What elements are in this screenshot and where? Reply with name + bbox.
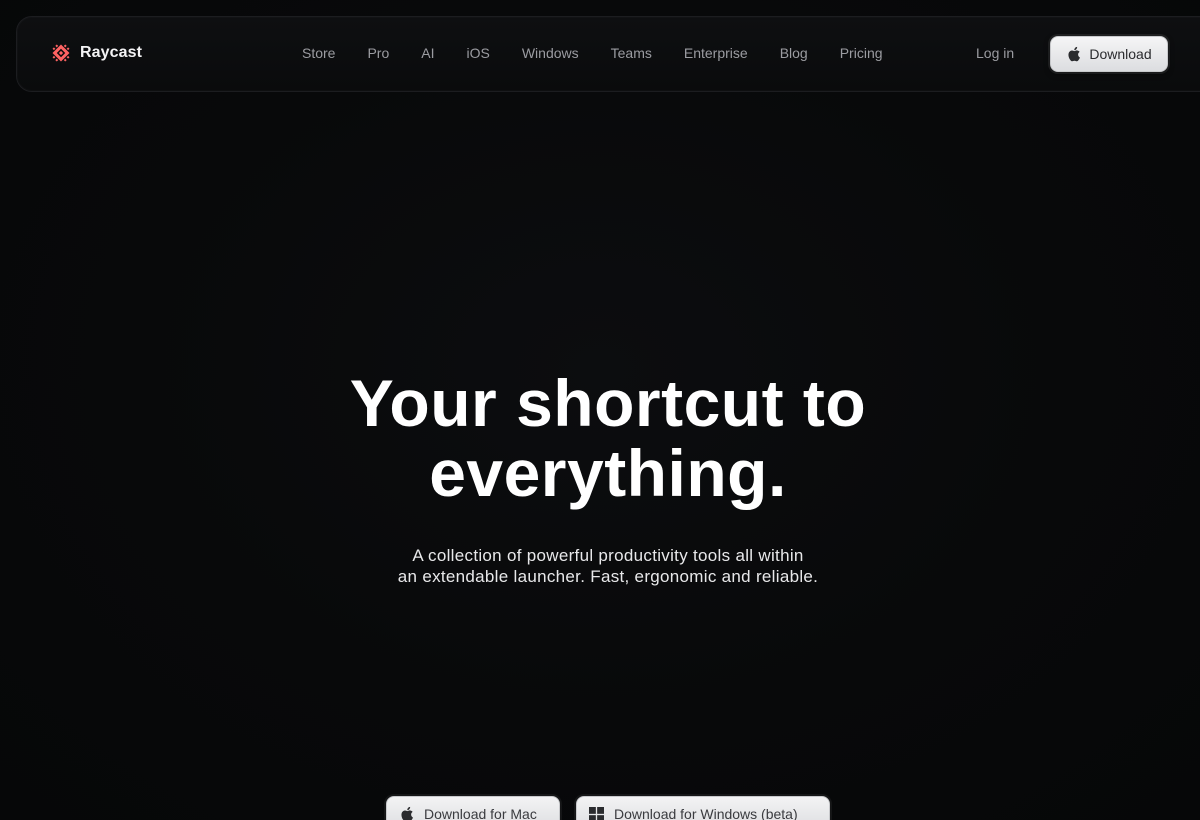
top-navbar: Raycast Store Pro AI iOS Windows Teams E… — [16, 16, 1200, 92]
brand-home-link[interactable]: Raycast — [49, 41, 142, 65]
cta-buttons: Download for Mac Download for Windows (b… — [386, 796, 830, 820]
nav-link-blog[interactable]: Blog — [780, 45, 808, 61]
nav-link-ai[interactable]: AI — [421, 45, 434, 61]
nav-download-label: Download — [1089, 46, 1152, 62]
nav-download-button[interactable]: Download — [1050, 36, 1168, 72]
page: Raycast Store Pro AI iOS Windows Teams E… — [0, 0, 1200, 820]
hero-section: Your shortcut to everything. A collectio… — [0, 368, 1200, 587]
main-nav: Store Pro AI iOS Windows Teams Enterpris… — [302, 45, 915, 61]
brand-name: Raycast — [80, 44, 143, 61]
apple-icon — [1068, 46, 1081, 62]
login-link[interactable]: Log in — [976, 45, 1014, 61]
hero-title-line-1: Your shortcut to — [349, 366, 867, 440]
hero-title: Your shortcut to everything. — [0, 368, 1200, 508]
nav-link-ios[interactable]: iOS — [467, 45, 490, 61]
nav-link-windows[interactable]: Windows — [522, 45, 579, 61]
hero-subtitle-line-1: A collection of powerful productivity to… — [412, 546, 804, 565]
download-windows-label: Download for Windows (beta) — [614, 806, 798, 820]
nav-link-pricing[interactable]: Pricing — [840, 45, 883, 61]
nav-link-enterprise[interactable]: Enterprise — [684, 45, 748, 61]
apple-icon — [401, 806, 413, 820]
nav-link-store[interactable]: Store — [302, 45, 335, 61]
download-mac-label: Download for Mac — [424, 806, 537, 820]
raycast-logo-icon — [52, 44, 70, 62]
nav-link-pro[interactable]: Pro — [367, 45, 389, 61]
hero-title-line-2: everything. — [429, 436, 787, 510]
download-mac-button[interactable]: Download for Mac — [386, 796, 560, 820]
hero-subtitle-line-2: an extendable launcher. Fast, ergonomic … — [397, 567, 819, 586]
nav-link-teams[interactable]: Teams — [611, 45, 652, 61]
windows-icon — [589, 806, 604, 820]
hero-subtitle: A collection of powerful productivity to… — [0, 545, 1200, 587]
download-windows-button[interactable]: Download for Windows (beta) — [576, 796, 830, 820]
